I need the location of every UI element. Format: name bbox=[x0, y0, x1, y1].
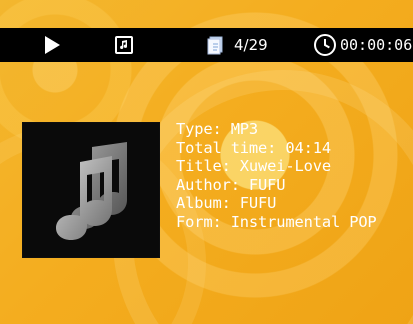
music-note-icon bbox=[115, 36, 133, 54]
clock-icon bbox=[314, 34, 336, 56]
track-author: Author: FUFU bbox=[176, 175, 286, 194]
file-counter: 4/29 bbox=[206, 28, 276, 62]
track-title: Title: Xuwei-Love bbox=[176, 157, 331, 176]
file-stack-icon bbox=[207, 36, 223, 55]
music-notes-icon bbox=[56, 142, 127, 240]
play-icon bbox=[44, 36, 60, 54]
track-type: Type: MP3 bbox=[176, 120, 259, 138]
album-art bbox=[22, 122, 160, 258]
elapsed-time-text: 00:00:06 bbox=[340, 35, 413, 54]
track-form: Form: Instrumental POP bbox=[176, 212, 377, 231]
file-count-text: 4/29 bbox=[234, 35, 268, 54]
music-mode-button[interactable] bbox=[112, 28, 136, 62]
track-album: Album: FUFU bbox=[176, 194, 277, 213]
elapsed-time-display: 00:00:06 bbox=[313, 28, 413, 62]
track-info: Type: MP3 Total time: 04:14 Title: Xuwei… bbox=[176, 120, 411, 232]
play-button[interactable] bbox=[38, 28, 66, 62]
player-toolbar: 4/29 00:00:06 bbox=[0, 28, 413, 62]
track-total-time: Total time: 04:14 bbox=[176, 138, 331, 157]
